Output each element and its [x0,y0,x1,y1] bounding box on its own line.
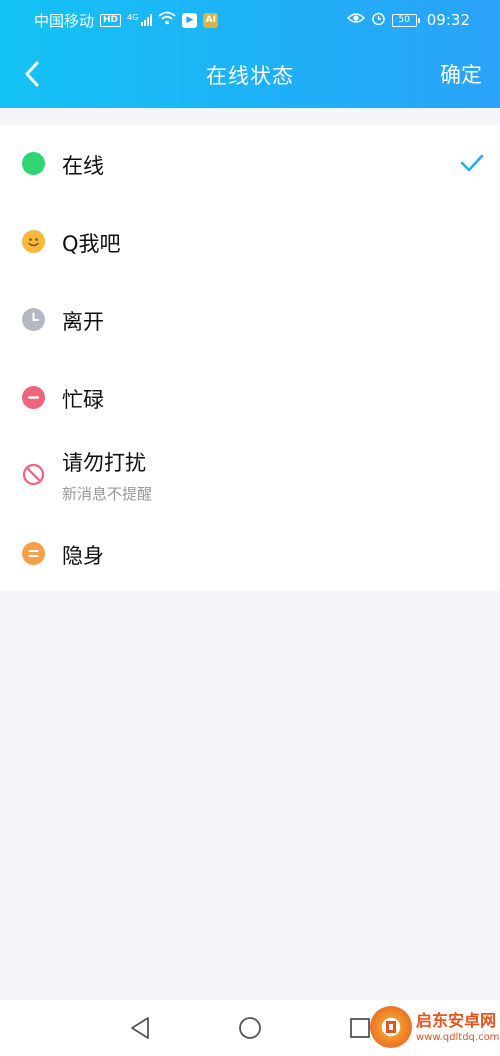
status-item-away[interactable]: 离开 [0,281,500,359]
page-title: 在线状态 [206,64,294,88]
alarm-icon [371,11,386,30]
status-item-invisible[interactable]: 隐身 [0,519,500,597]
status-item-do-not-disturb[interactable]: 请勿打扰 新消息不提醒 [0,437,500,519]
signal-icon [141,14,153,26]
equals-circle-icon [22,542,45,565]
nav-back-button[interactable] [126,1014,154,1042]
status-item-q-me[interactable]: Q我吧 [0,203,500,281]
triangle-back-icon [131,1017,149,1039]
status-label: 离开 [62,310,104,334]
battery-icon: 50 [391,13,420,27]
nav-home-button[interactable] [236,1014,264,1042]
status-bar: 中国移动 HD 4G ▶ AI 50 09:32 [0,0,500,40]
clock-time: 09:32 [426,11,470,29]
header-bar: 中国移动 HD 4G ▶ AI 50 09:32 在线状态 确定 [0,0,500,108]
status-label: 请勿打扰 [62,451,146,475]
status-item-busy[interactable]: 忙碌 [0,359,500,437]
confirm-button[interactable]: 确定 [440,59,482,89]
status-label: 忙碌 [62,388,104,412]
carrier-name: 中国移动 [34,11,95,30]
watermark: 启东安卓网 www.qdltdq.com [370,1002,500,1052]
watermark-logo-icon [370,1006,412,1048]
system-navigation-bar: 启东安卓网 www.qdltdq.com [0,1000,500,1056]
app-notification-icon: AI [203,12,219,28]
video-app-icon: ▶ [182,12,198,28]
status-sublabel: 新消息不提醒 [62,485,153,503]
wifi-icon [158,11,176,29]
square-recent-icon [350,1018,370,1038]
network-type: 4G [127,12,139,22]
circle-home-icon [239,1017,261,1039]
checkmark-icon [460,154,484,172]
watermark-url: www.qdltdq.com [416,1031,500,1043]
minus-circle-icon [22,386,45,409]
online-dot-icon [22,152,45,175]
status-label: 隐身 [62,544,104,568]
no-entry-icon [22,463,45,486]
status-item-online[interactable]: 在线 [0,125,500,203]
hd-badge: HD [100,13,122,27]
status-list: 在线 Q我吧 离开 忙碌 请勿打扰 新消息不提醒 隐身 [0,125,500,591]
eye-icon [346,11,365,29]
navigation-bar: 在线状态 确定 [0,40,500,108]
status-label: Q我吧 [62,232,121,256]
watermark-title: 启东安卓网 [416,1010,497,1030]
smiley-icon [22,230,45,253]
status-label: 在线 [62,154,104,178]
clock-icon [22,308,45,331]
